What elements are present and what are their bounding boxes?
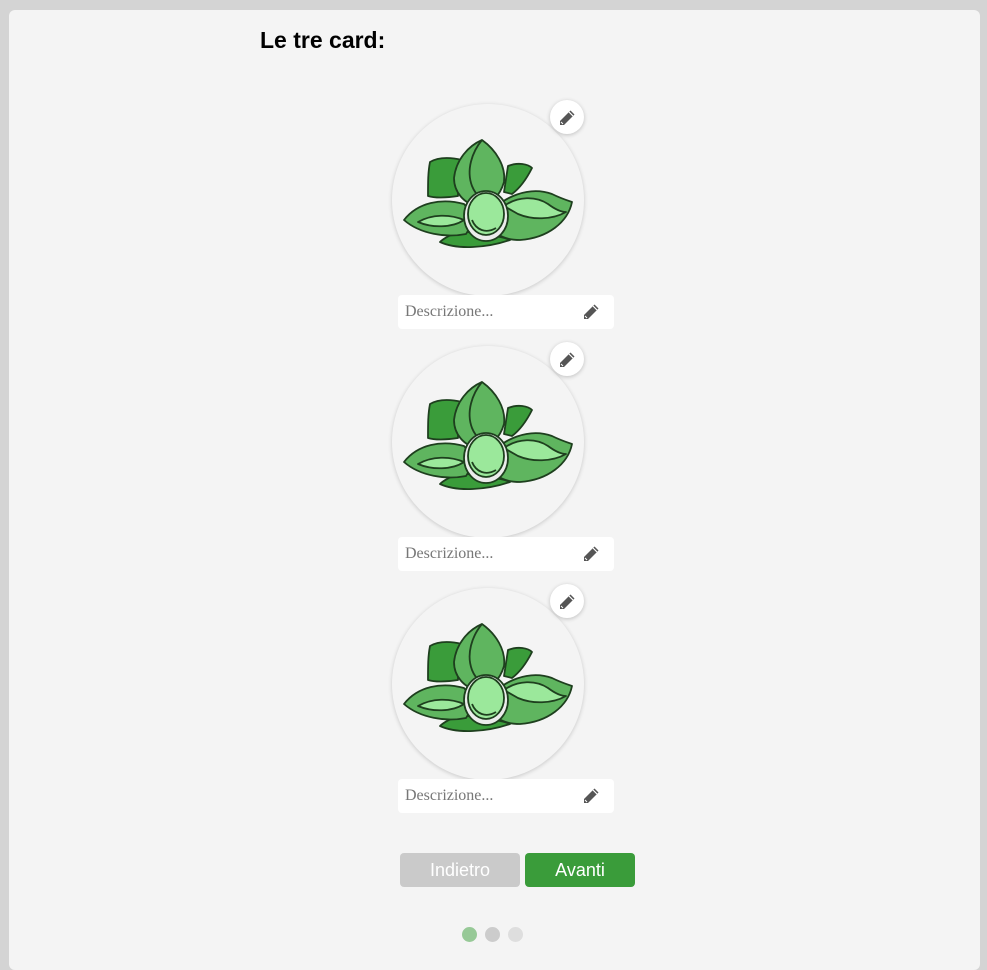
pencil-icon: [559, 110, 574, 125]
pagination-dot-2[interactable]: [485, 927, 500, 942]
next-button[interactable]: Avanti: [525, 853, 635, 887]
description-field: [398, 779, 614, 813]
pagination-dot-1[interactable]: [462, 927, 477, 942]
lotus-leaf-icon: [403, 623, 573, 732]
edit-image-button[interactable]: [550, 342, 584, 376]
pencil-icon[interactable]: [583, 303, 600, 320]
description-field: [398, 537, 614, 571]
pencil-icon: [559, 352, 574, 367]
description-input[interactable]: [398, 779, 573, 813]
card-image[interactable]: [392, 104, 584, 296]
lotus-leaf-icon: [403, 381, 573, 490]
card-image[interactable]: [392, 588, 584, 780]
lotus-leaf-icon: [403, 139, 573, 248]
pencil-icon[interactable]: [583, 787, 600, 804]
pagination-dots: [462, 927, 523, 942]
edit-image-button[interactable]: [550, 100, 584, 134]
card-image[interactable]: [392, 346, 584, 538]
edit-image-button[interactable]: [550, 584, 584, 618]
card-2: [390, 342, 620, 586]
pagination-dot-3[interactable]: [508, 927, 523, 942]
description-field: [398, 295, 614, 329]
pencil-icon[interactable]: [583, 545, 600, 562]
pencil-icon: [559, 594, 574, 609]
back-button[interactable]: Indietro: [400, 853, 520, 887]
card-3: [390, 584, 620, 828]
card-1: [390, 100, 620, 344]
description-input[interactable]: [398, 537, 573, 571]
description-input[interactable]: [398, 295, 573, 329]
page-title: Le tre card:: [260, 27, 386, 53]
